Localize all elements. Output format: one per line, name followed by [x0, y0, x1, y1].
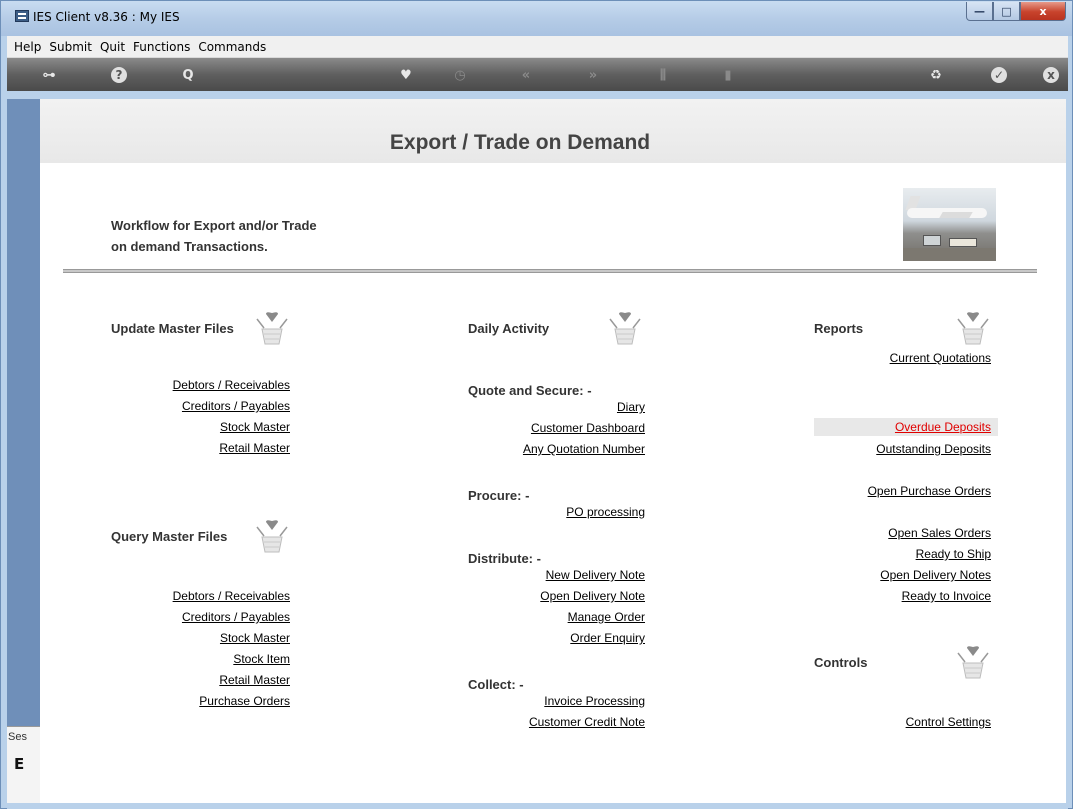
distribute-heading: Distribute: -: [468, 551, 541, 566]
quote-secure-heading: Quote and Secure: -: [468, 383, 592, 398]
query-purchase-orders-link[interactable]: Purchase Orders: [199, 694, 290, 708]
tools-icon[interactable]: ⫼: [654, 66, 672, 84]
open-delivery-notes-link[interactable]: Open Delivery Notes: [880, 568, 991, 582]
update-master-heading: Update Master Files: [111, 321, 234, 336]
minimize-button[interactable]: —: [966, 2, 993, 21]
daily-activity-heading: Daily Activity: [468, 321, 550, 336]
main-content: Export / Trade on Demand Workflow for Ex…: [40, 99, 1068, 804]
customer-credit-note-link[interactable]: Customer Credit Note: [529, 715, 645, 729]
new-delivery-note-link[interactable]: New Delivery Note: [546, 568, 645, 582]
session-panel: Ses E: [7, 99, 40, 804]
query-creditors-link[interactable]: Creditors / Payables: [182, 610, 290, 624]
query-stock-master-link[interactable]: Stock Master: [220, 631, 290, 645]
menu-quit[interactable]: Quit: [96, 40, 129, 54]
open-sales-orders-link[interactable]: Open Sales Orders: [888, 526, 991, 540]
session-glyph: E: [14, 755, 25, 773]
update-debtors-link[interactable]: Debtors / Receivables: [173, 378, 290, 392]
current-quotations-link[interactable]: Current Quotations: [890, 351, 991, 365]
outstanding-deposits-link[interactable]: Outstanding Deposits: [876, 442, 991, 456]
session-label: Ses: [8, 731, 27, 743]
ready-to-ship-link[interactable]: Ready to Ship: [916, 547, 991, 561]
window-title: IES Client v8.36 : My IES: [33, 10, 180, 24]
query-master-heading: Query Master Files: [111, 529, 228, 544]
intro-line-2: on demand Transactions.: [111, 239, 268, 254]
help-icon[interactable]: ?: [111, 67, 127, 83]
window-controls: — □ x: [966, 2, 1066, 21]
plane-wing: [939, 212, 973, 218]
collect-heading: Collect: -: [468, 677, 524, 692]
intro-line-1: Workflow for Export and/or Trade: [111, 218, 317, 233]
toolbar-divider: [7, 91, 1068, 99]
control-settings-link[interactable]: Control Settings: [906, 715, 991, 729]
session-box[interactable]: Ses E: [7, 726, 40, 804]
right-frame: [1066, 99, 1072, 804]
menu-help[interactable]: Help: [10, 40, 45, 54]
po-processing-link[interactable]: PO processing: [566, 505, 645, 519]
divider-rule: [63, 269, 1037, 273]
baggage-cart: [949, 238, 977, 247]
basket-icon: [256, 520, 288, 553]
update-stock-master-link[interactable]: Stock Master: [220, 420, 290, 434]
search-icon[interactable]: Q: [179, 66, 197, 84]
procure-heading: Procure: -: [468, 488, 530, 503]
query-retail-master-link[interactable]: Retail Master: [219, 673, 290, 687]
order-enquiry-link[interactable]: Order Enquiry: [570, 631, 645, 645]
update-creditors-link[interactable]: Creditors / Payables: [182, 399, 290, 413]
tarmac: [903, 248, 996, 261]
menu-functions[interactable]: Functions: [129, 40, 194, 54]
forward-icon[interactable]: »: [584, 66, 602, 84]
open-purchase-orders-link[interactable]: Open Purchase Orders: [868, 484, 991, 498]
reports-heading: Reports: [814, 321, 864, 336]
maximize-button[interactable]: □: [993, 2, 1020, 21]
query-debtors-link[interactable]: Debtors / Receivables: [173, 589, 290, 603]
overdue-deposits-link[interactable]: Overdue Deposits: [895, 420, 991, 434]
airplane-image: [903, 188, 996, 261]
query-stock-item-link[interactable]: Stock Item: [233, 652, 290, 666]
menu-commands[interactable]: Commands: [194, 40, 270, 54]
menu-submit[interactable]: Submit: [45, 40, 96, 54]
intro-text: Workflow for Export and/or Trade on dema…: [111, 215, 411, 257]
back-icon[interactable]: «: [517, 66, 535, 84]
basket-icon: [957, 646, 989, 679]
toolbar: ⊶ ? Q ♥ ◷ « » ⫼ ▮ ♻ ✓ x: [7, 58, 1068, 91]
open-delivery-note-link[interactable]: Open Delivery Note: [540, 589, 645, 603]
page-title: Export / Trade on Demand: [389, 131, 651, 154]
recycle-icon[interactable]: ♻: [927, 66, 945, 84]
close-icon[interactable]: x: [1043, 67, 1059, 83]
customer-dashboard-link[interactable]: Customer Dashboard: [531, 421, 645, 435]
manage-order-link[interactable]: Manage Order: [568, 610, 645, 624]
close-window-button[interactable]: x: [1020, 2, 1066, 21]
clock-icon[interactable]: ◷: [451, 66, 469, 84]
menu-bar: Help Submit Quit Functions Commands: [7, 36, 1068, 58]
basket-icon: [256, 312, 288, 345]
ground-vehicle: [923, 235, 941, 246]
diary-link[interactable]: Diary: [617, 400, 645, 414]
app-window: IES Client v8.36 : My IES — □ x Help Sub…: [0, 0, 1073, 809]
app-icon[interactable]: [15, 10, 29, 22]
update-retail-master-link[interactable]: Retail Master: [219, 441, 290, 455]
ready-to-invoice-link[interactable]: Ready to Invoice: [902, 589, 991, 603]
invoice-processing-link[interactable]: Invoice Processing: [544, 694, 645, 708]
title-bar: IES Client v8.36 : My IES — □ x: [1, 1, 1072, 36]
bottom-frame: [7, 803, 1068, 809]
any-quotation-link[interactable]: Any Quotation Number: [523, 442, 645, 456]
check-icon[interactable]: ✓: [991, 67, 1007, 83]
controls-heading: Controls: [814, 655, 868, 670]
heart-icon[interactable]: ♥: [397, 66, 415, 84]
basket-icon: [609, 312, 641, 345]
basket-icon: [957, 312, 989, 345]
key-icon[interactable]: ⊶: [35, 66, 63, 84]
page-icon[interactable]: ▮: [719, 66, 737, 84]
